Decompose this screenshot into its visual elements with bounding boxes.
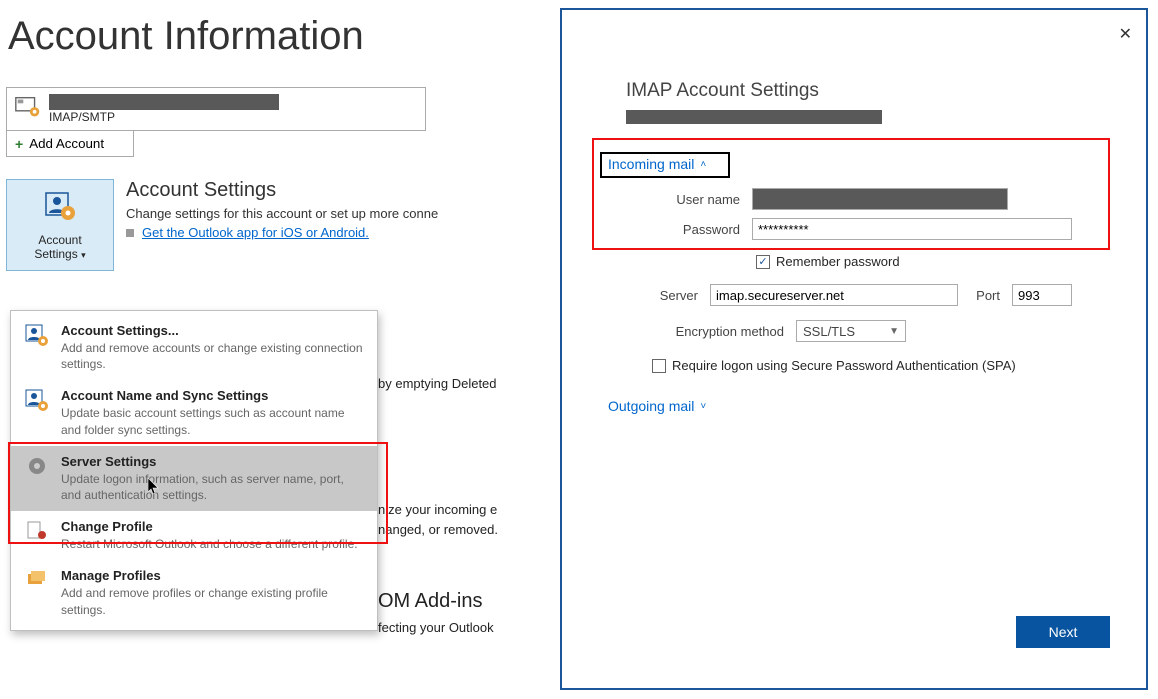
add-account-label: Add Account <box>29 136 104 151</box>
imap-settings-dialog: ✕ IMAP Account Settings Incoming mail ˄ … <box>560 8 1148 690</box>
bg-heading: OM Add-ins <box>378 590 482 613</box>
add-account-button[interactable]: + Add Account <box>6 131 134 157</box>
menu-item-manage-profiles[interactable]: Manage Profiles Add and remove profiles … <box>11 560 377 625</box>
account-settings-heading: Account Settings <box>126 179 544 202</box>
person-gear-icon <box>23 388 51 437</box>
person-gear-icon <box>23 323 51 372</box>
bg-text: nanged, or removed. <box>378 522 498 537</box>
account-type-label: IMAP/SMTP <box>49 110 279 124</box>
account-settings-desc: Change settings for this account or set … <box>126 206 544 221</box>
close-button[interactable]: ✕ <box>1119 24 1132 44</box>
server-input[interactable] <box>710 284 958 306</box>
chevron-down-icon: ▾ <box>81 250 86 260</box>
spa-checkbox[interactable]: Require logon using Secure Password Auth… <box>652 358 1016 373</box>
checkbox-icon <box>652 359 666 373</box>
account-settings-dropdown-button[interactable]: Account Settings ▾ <box>6 179 114 271</box>
outlook-app-link[interactable]: Get the Outlook app for iOS or Android. <box>142 225 369 240</box>
account-settings-menu: Account Settings... Add and remove accou… <box>10 310 378 631</box>
bullet-icon <box>126 229 134 237</box>
username-label: User name <box>652 192 740 207</box>
chevron-up-icon: ˄ <box>700 159 706 170</box>
encryption-label: Encryption method <box>652 324 784 339</box>
outgoing-mail-toggle[interactable]: Outgoing mail ˅ <box>608 398 706 414</box>
dialog-email-redacted <box>626 110 882 124</box>
chevron-down-icon: ˅ <box>700 401 706 412</box>
incoming-mail-toggle[interactable]: Incoming mail ˄ <box>608 156 706 172</box>
account-email-redacted <box>49 94 279 110</box>
password-label: Password <box>652 222 740 237</box>
port-input[interactable] <box>1012 284 1072 306</box>
menu-item-change-profile[interactable]: Change Profile Restart Microsoft Outlook… <box>11 511 377 560</box>
chevron-down-icon: ▼ <box>889 326 899 337</box>
next-button[interactable]: Next <box>1016 616 1110 648</box>
dialog-title: IMAP Account Settings <box>626 80 819 102</box>
profile-swap-icon <box>23 519 51 552</box>
menu-item-server-settings[interactable]: Server Settings Update logon information… <box>11 446 377 511</box>
username-input[interactable] <box>752 188 1008 210</box>
mailbox-icon <box>13 93 43 126</box>
menu-item-account-settings[interactable]: Account Settings... Add and remove accou… <box>11 315 377 380</box>
person-gear-icon <box>40 189 80 230</box>
folders-icon <box>23 568 51 617</box>
bg-text: by emptying Deleted <box>378 376 497 391</box>
encryption-select[interactable]: SSL/TLS ▼ <box>796 320 906 342</box>
page-title: Account Information <box>8 14 544 59</box>
checkbox-icon <box>756 255 770 269</box>
bg-text: fecting your Outlook <box>378 620 494 635</box>
menu-item-account-name-sync[interactable]: Account Name and Sync Settings Update ba… <box>11 380 377 445</box>
plus-icon: + <box>15 136 23 152</box>
remember-password-checkbox[interactable]: Remember password <box>756 254 900 269</box>
account-summary-bar[interactable]: IMAP/SMTP <box>6 87 426 131</box>
password-input[interactable] <box>752 218 1072 240</box>
bg-text: nize your incoming e <box>378 502 497 517</box>
port-label: Port <box>970 288 1000 303</box>
server-label: Server <box>652 288 698 303</box>
gear-icon <box>23 454 51 503</box>
